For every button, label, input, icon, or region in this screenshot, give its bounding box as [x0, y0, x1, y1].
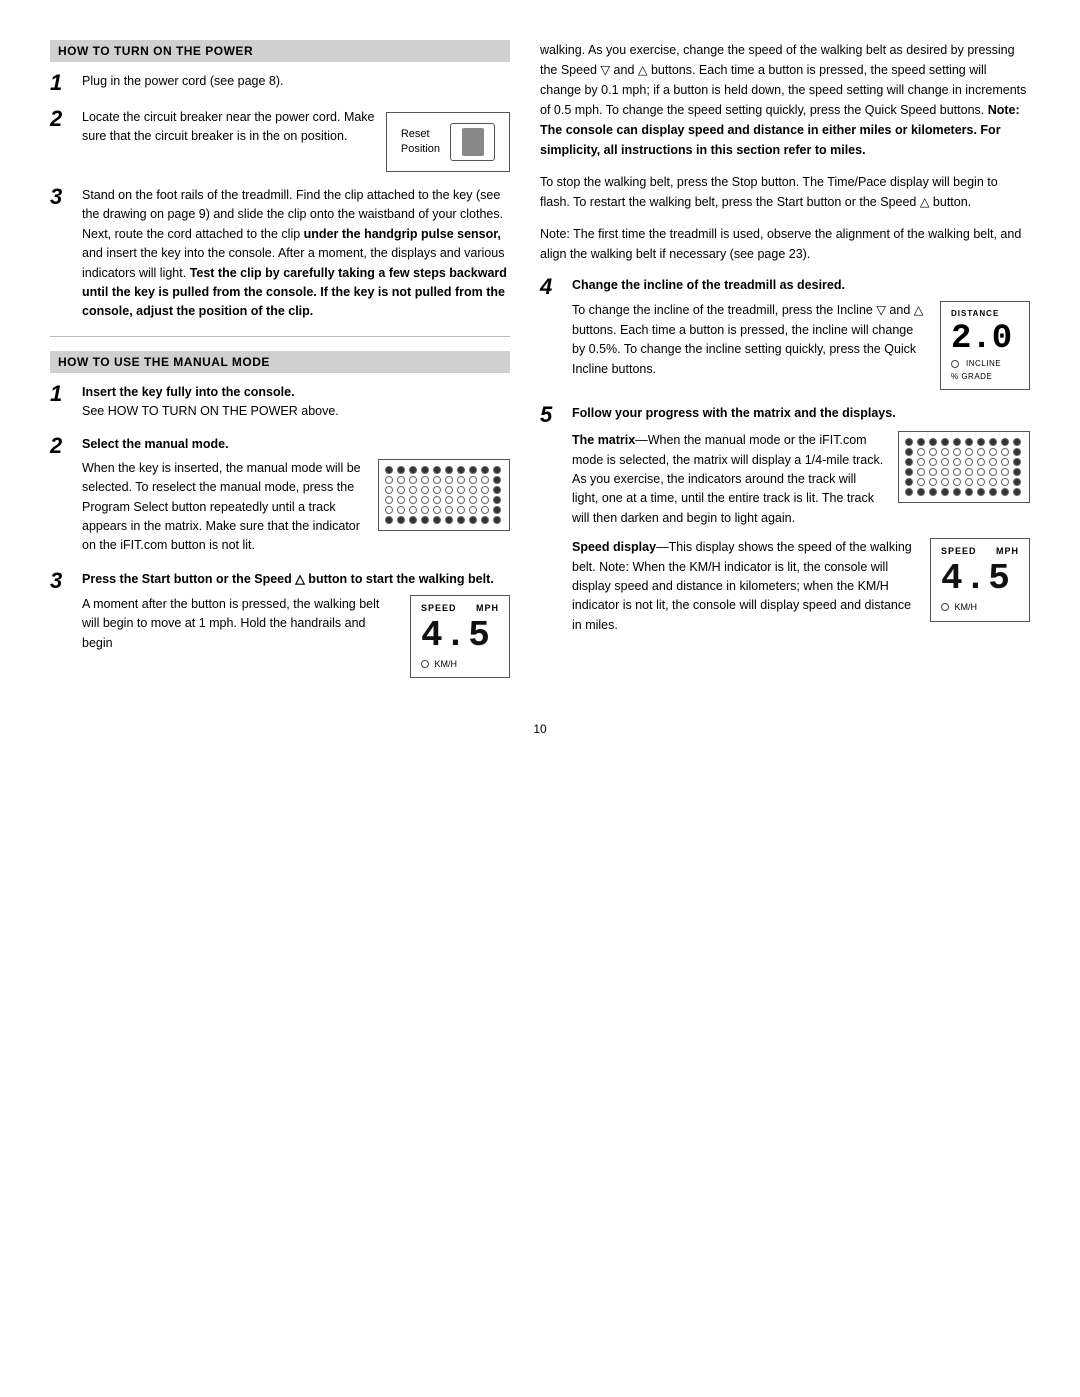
matrix-grid-right: [905, 438, 1023, 496]
right-step-5-block: 5 Follow your progress with the matrix a…: [540, 404, 1030, 635]
incline-value: 2.0: [951, 321, 1019, 358]
reset-icon: [450, 123, 495, 161]
speed-display-section: Speed display—This display shows the spe…: [572, 538, 1030, 635]
step-2-content: Locate the circuit breaker near the powe…: [82, 108, 510, 172]
grade-label: % GRADE: [951, 371, 1019, 383]
matrix-text-bold: The matrix: [572, 433, 635, 447]
section2-header: HOW TO USE THE MANUAL MODE: [50, 351, 510, 373]
matrix-display-small: [378, 459, 510, 531]
speed-display-left: SPEED MPH 4.5 KM/H: [410, 595, 510, 678]
section-divider: [50, 336, 510, 337]
manual-step-3-block: 3 Press the Start button or the Speed △ …: [50, 570, 510, 679]
incline-label-text: INCLINE: [966, 358, 1001, 370]
speed-label-right: SPEED: [941, 545, 977, 559]
right-step-5-number: 5: [540, 404, 562, 426]
manual-step-3-image-block: A moment after the button is pressed, th…: [82, 595, 510, 678]
manual-step-1-block: 1 Insert the key fully into the console.…: [50, 383, 510, 422]
matrix-display-right: [898, 431, 1030, 503]
speed-value-right: 4.5: [941, 559, 1019, 599]
right-text-1: walking. As you exercise, change the spe…: [540, 40, 1030, 160]
speed-display-right: SPEED MPH 4.5 KM/H: [930, 538, 1030, 621]
manual-step-2-text: When the key is inserted, the manual mod…: [82, 459, 364, 556]
right-step-4-block: 4 Change the incline of the treadmill as…: [540, 276, 1030, 390]
right-column: walking. As you exercise, change the spe…: [540, 40, 1030, 692]
speed-unit-right: MPH: [996, 545, 1019, 559]
manual-step-3-text: A moment after the button is pressed, th…: [82, 595, 396, 653]
step-1-block: 1 Plug in the power cord (see page 8).: [50, 72, 510, 94]
manual-step-1-bold: Insert the key fully into the console.: [82, 385, 295, 399]
speed-display-text-block: Speed display—This display shows the spe…: [572, 538, 916, 635]
matrix-grid: [385, 466, 503, 524]
kmh-label-left: KM/H: [435, 659, 458, 669]
manual-step-2-content: Select the manual mode. When the key is …: [82, 435, 510, 555]
right-step-5-content: Follow your progress with the matrix and…: [572, 404, 1030, 635]
matrix-section: The matrix—When the manual mode or the i…: [572, 431, 1030, 528]
manual-step-2-number: 2: [50, 435, 72, 457]
manual-step-2-bold: Select the manual mode.: [82, 437, 229, 451]
speed-label-left: SPEED: [421, 602, 457, 616]
speed-value-left: 4.5: [421, 616, 499, 656]
step-2-block: 2 Locate the circuit breaker near the po…: [50, 108, 510, 172]
step-3-number: 3: [50, 186, 72, 208]
manual-step-1-number: 1: [50, 383, 72, 405]
step-2-number: 2: [50, 108, 72, 130]
manual-step-1-content: Insert the key fully into the console. S…: [82, 383, 510, 422]
manual-step-3-number: 3: [50, 570, 72, 592]
right-step-5-bold: Follow your progress with the matrix and…: [572, 406, 896, 420]
step-3-content: Stand on the foot rails of the treadmill…: [82, 186, 510, 322]
step-1-content: Plug in the power cord (see page 8).: [82, 72, 510, 91]
incline-indicator: [951, 360, 959, 368]
manual-step-1-text: See HOW TO TURN ON THE POWER above.: [82, 404, 339, 418]
manual-step-3-bold: Press the Start button or the Speed △ bu…: [82, 572, 494, 586]
kmh-indicator-left: [421, 660, 429, 668]
reset-position-label: ResetPosition: [401, 127, 440, 158]
manual-step-2-block: 2 Select the manual mode. When the key i…: [50, 435, 510, 555]
right-step-4-number: 4: [540, 276, 562, 298]
matrix-text-block: The matrix—When the manual mode or the i…: [572, 431, 884, 528]
section1-header: HOW TO TURN ON THE POWER: [50, 40, 510, 62]
speed-display-bold: Speed display: [572, 540, 656, 554]
right-step-4-content: Change the incline of the treadmill as d…: [572, 276, 1030, 390]
speed-unit-left: MPH: [476, 602, 499, 616]
manual-step-3-content: Press the Start button or the Speed △ bu…: [82, 570, 510, 679]
right-step-4-bold: Change the incline of the treadmill as d…: [572, 278, 845, 292]
incline-display: DISTANCE 2.0 INCLINE % GRADE: [940, 301, 1030, 390]
step-1-number: 1: [50, 72, 72, 94]
step4-text: To change the incline of the treadmill, …: [572, 301, 926, 379]
step-3-block: 3 Stand on the foot rails of the treadmi…: [50, 186, 510, 322]
right-text-3: Note: The first time the treadmill is us…: [540, 224, 1030, 264]
page-number: 10: [50, 722, 1030, 736]
manual-step-2-image-block: When the key is inserted, the manual mod…: [82, 459, 510, 556]
right-text-2: To stop the walking belt, press the Stop…: [540, 172, 1030, 212]
reset-position-box: ResetPosition: [386, 108, 510, 172]
step-2-text: Locate the circuit breaker near the powe…: [82, 108, 376, 147]
kmh-label-right: KM/H: [955, 602, 978, 612]
step4-image-block: To change the incline of the treadmill, …: [572, 301, 1030, 390]
kmh-indicator-right: [941, 603, 949, 611]
distance-label: DISTANCE: [951, 308, 1019, 320]
left-column: HOW TO TURN ON THE POWER 1 Plug in the p…: [50, 40, 510, 692]
